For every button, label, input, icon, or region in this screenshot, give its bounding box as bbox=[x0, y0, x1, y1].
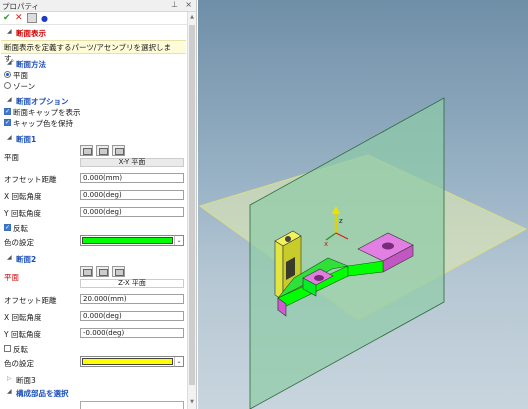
part-block-left-face bbox=[274, 240, 284, 301]
section1-flip-label: 反転 bbox=[13, 224, 28, 233]
panel-titlebar: プロパティ ⊥ × bbox=[0, 0, 196, 12]
section1-color-label: 色の設定 bbox=[4, 238, 34, 247]
section1-xrot-label: X 回転角度 bbox=[4, 192, 42, 201]
section2-plane-toolbar bbox=[80, 266, 130, 277]
radio-plane-label: 平面 bbox=[13, 71, 28, 80]
preview-icon[interactable] bbox=[27, 13, 37, 23]
section2-flip-label: 反転 bbox=[13, 345, 28, 354]
keep-cap-color-checkbox[interactable]: ✓ bbox=[4, 119, 11, 126]
keep-cap-color-label: キャップ色を保持 bbox=[13, 119, 73, 128]
section1-yrot-label: Y 回転角度 bbox=[4, 209, 41, 218]
section2-xrot-label: X 回転角度 bbox=[4, 313, 42, 322]
section2-offset-label: オフセット距離 bbox=[4, 296, 57, 305]
scene-svg: x z bbox=[198, 97, 528, 409]
detail-dot-icon[interactable]: ● bbox=[41, 13, 48, 24]
panel-scrollbar[interactable]: ▲ ▼ bbox=[187, 12, 196, 409]
section1-yrot-input[interactable]: 0.000(deg) bbox=[80, 207, 184, 217]
plane-xy-icon[interactable] bbox=[80, 266, 93, 277]
section1-plane-label: 平面 bbox=[4, 153, 19, 162]
axis-z-label: z bbox=[339, 217, 343, 225]
section1-plane-value[interactable]: X-Y 平面 bbox=[80, 158, 184, 167]
section3-header[interactable]: ▷ 断面3 bbox=[0, 375, 186, 385]
section2-color-swatch bbox=[82, 358, 173, 365]
components-label: 構成部品を選択 bbox=[16, 389, 69, 398]
section3-label: 断面3 bbox=[16, 376, 36, 385]
axis-x-label: x bbox=[324, 240, 328, 248]
plane-xy-icon[interactable] bbox=[80, 145, 93, 156]
3d-viewport[interactable]: x z bbox=[198, 0, 528, 409]
collapse-arrow-icon[interactable]: ◢ bbox=[7, 28, 12, 35]
section1-offset-label: オフセット距離 bbox=[4, 175, 57, 184]
section2-color-picker[interactable]: ⌄ bbox=[80, 356, 184, 367]
radio-zone-label: ゾーン bbox=[13, 82, 36, 91]
collapse-arrow-icon[interactable]: ◢ bbox=[7, 134, 12, 141]
plane-yz-icon[interactable] bbox=[112, 266, 125, 277]
components-list[interactable] bbox=[80, 401, 184, 409]
pin-icon[interactable]: ⊥ bbox=[171, 0, 178, 9]
section2-color-label: 色の設定 bbox=[4, 359, 34, 368]
radio-zone[interactable] bbox=[4, 82, 11, 89]
section1-offset-input[interactable]: 0.000(mm) bbox=[80, 173, 184, 183]
section2-label: 断面2 bbox=[16, 255, 37, 264]
collapse-arrow-icon[interactable]: ◢ bbox=[7, 388, 12, 395]
section-options-header[interactable]: ◢ 断面オプション bbox=[0, 96, 186, 106]
chevron-down-icon[interactable]: ⌄ bbox=[174, 357, 183, 366]
components-header[interactable]: ◢ 構成部品を選択 bbox=[0, 388, 186, 398]
section1-xrot-input[interactable]: 0.000(deg) bbox=[80, 190, 184, 200]
section1-label: 断面1 bbox=[16, 135, 37, 144]
part-mid-hole bbox=[314, 275, 324, 281]
section-method-label: 断面方法 bbox=[16, 60, 46, 69]
section2-flip-checkbox[interactable] bbox=[4, 345, 11, 352]
radio-plane[interactable] bbox=[4, 71, 11, 78]
scrollbar-thumb[interactable] bbox=[189, 25, 195, 385]
section-method-header[interactable]: ◢ 断面方法 bbox=[0, 59, 186, 69]
cancel-icon[interactable]: ✕ bbox=[15, 13, 23, 24]
section1-flip-checkbox[interactable]: ✓ bbox=[4, 224, 11, 231]
section2-yrot-label: Y 回転角度 bbox=[4, 330, 41, 339]
part-right-hole bbox=[382, 242, 394, 250]
show-cap-label: 断面キャップを表示 bbox=[13, 108, 81, 117]
chevron-down-icon[interactable]: ⌄ bbox=[174, 236, 183, 245]
section1-color-swatch bbox=[82, 237, 173, 244]
section2-offset-input[interactable]: 20.000(mm) bbox=[80, 294, 184, 304]
section-display-header[interactable]: ◢ 断面表示 bbox=[0, 28, 186, 38]
plane-yz-icon[interactable] bbox=[112, 145, 125, 156]
section-display-label: 断面表示 bbox=[16, 29, 46, 38]
section1-plane-toolbar bbox=[80, 145, 130, 156]
plane-zx-icon[interactable] bbox=[96, 145, 109, 156]
panel-title: プロパティ bbox=[2, 2, 40, 11]
collapse-arrow-icon[interactable]: ◢ bbox=[7, 254, 12, 261]
scroll-down-icon[interactable]: ▼ bbox=[189, 399, 195, 407]
collapse-arrow-icon[interactable]: ◢ bbox=[7, 59, 12, 66]
close-icon[interactable]: × bbox=[185, 0, 192, 9]
part-hole bbox=[285, 236, 291, 242]
expand-arrow-icon[interactable]: ▷ bbox=[7, 375, 12, 382]
section2-yrot-input[interactable]: -0.000(deg) bbox=[80, 328, 184, 338]
section2-xrot-input[interactable]: 0.000(deg) bbox=[80, 311, 184, 321]
ok-icon[interactable]: ✔ bbox=[3, 13, 11, 24]
section1-color-picker[interactable]: ⌄ bbox=[80, 235, 184, 246]
panel-toolbar: ✔ ✕ ● bbox=[0, 12, 196, 25]
section2-plane-value[interactable]: Z-X 平面 bbox=[80, 279, 184, 288]
collapse-arrow-icon[interactable]: ◢ bbox=[7, 96, 12, 103]
property-panel: プロパティ ⊥ × ✔ ✕ ● ◢ 断面表示 断面表示を定義するパーツ/アセンブ… bbox=[0, 0, 197, 409]
show-cap-checkbox[interactable]: ✓ bbox=[4, 108, 11, 115]
plane-zx-icon[interactable] bbox=[96, 266, 109, 277]
section2-header[interactable]: ◢ 断面2 bbox=[0, 254, 186, 264]
section-display-description: 断面表示を定義するパーツ/アセンブリを選択します。 bbox=[1, 40, 186, 63]
scroll-up-icon[interactable]: ▲ bbox=[189, 14, 195, 22]
section-options-label: 断面オプション bbox=[16, 97, 69, 106]
section2-plane-label: 平面 bbox=[4, 273, 19, 282]
section1-header[interactable]: ◢ 断面1 bbox=[0, 134, 186, 144]
